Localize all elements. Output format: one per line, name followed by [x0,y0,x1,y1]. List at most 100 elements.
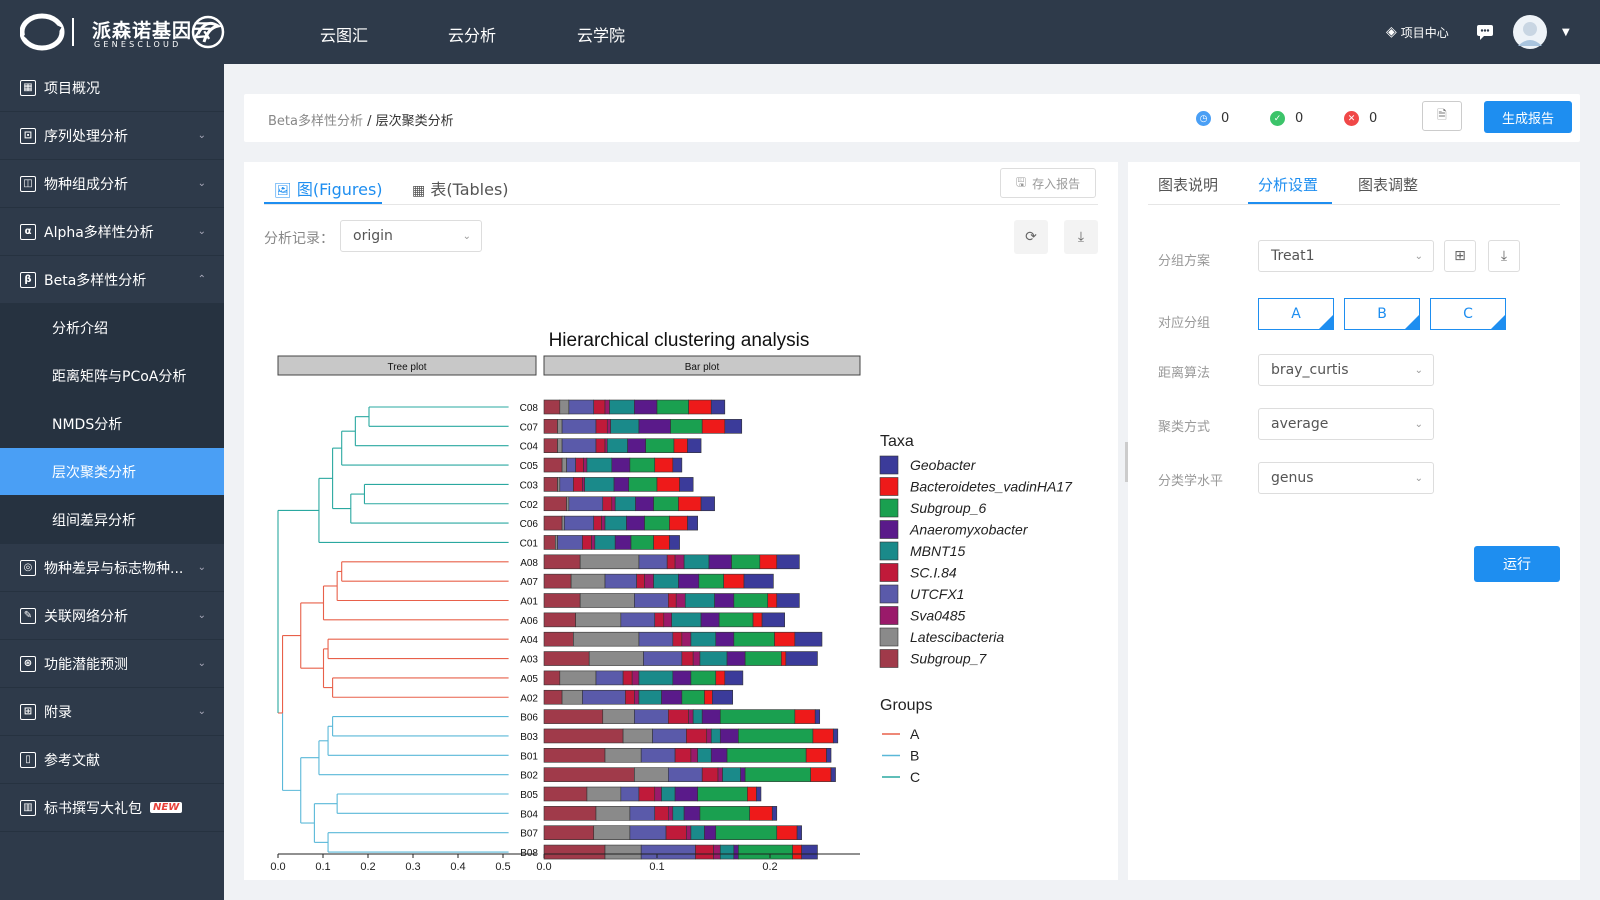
taxa-legend-label: MBNT15 [910,543,965,559]
project-center-link[interactable]: ◈ 项目中心 [1386,0,1449,64]
bar-segment [774,631,796,647]
status-running[interactable]: ◷ 0 [1196,111,1229,126]
distance-select[interactable]: bray_curtis ⌄ [1258,354,1434,386]
bar-segment [543,709,604,724]
bar-segment [573,631,640,647]
sidebar-sub-clustering[interactable]: 层次聚类分析 [0,448,224,496]
group-option-a[interactable]: A [1258,298,1334,330]
user-avatar[interactable] [1512,0,1548,64]
bar-segment [684,593,715,608]
bar-segment [698,573,724,589]
nav-yunfenxi[interactable]: 云分析 [448,22,496,46]
bar-segment [690,825,705,841]
taxa-legend-swatch [879,584,899,604]
generate-report-button[interactable]: 生成报告 [1484,101,1572,133]
bar-segment [654,786,662,802]
bar-segment [832,728,839,744]
document-search-icon: 🗎 [1437,107,1447,122]
bar-segment [706,728,712,744]
bar-segment [582,477,585,492]
group-option-b[interactable]: B [1344,298,1420,330]
bar-segment [792,844,802,860]
group-option-c[interactable]: C [1430,298,1506,330]
tab-analysis-settings[interactable]: 分析设置 [1258,174,1318,195]
bar-segment [579,554,640,570]
bar-segment [667,767,703,782]
sidebar-item-network[interactable]: ✎ 关联网络分析 ⌄ [0,592,224,640]
status-failed-count: 0 [1369,111,1378,126]
bar-segment [690,631,717,647]
sidebar-item-references[interactable]: ▯ 参考文献 [0,736,224,784]
sidebar-item-overview[interactable]: ▦ 项目概况 [0,64,224,112]
edit-icon: ✎ [20,607,36,624]
sidebar-sub-nmds[interactable]: NMDS分析 [0,400,224,448]
run-button[interactable]: 运行 [1474,546,1560,582]
sidebar-sub-intro[interactable]: 分析介绍 [0,304,224,352]
status-success[interactable]: ✓ 0 [1270,111,1303,126]
bar-segment [726,747,807,763]
bar-segment [740,767,746,782]
taxon-level-select[interactable]: genus ⌄ [1258,462,1434,494]
bar-segment [595,670,624,686]
check-icon: ✓ [1270,111,1285,126]
bar-segment [582,689,626,705]
bar-segment [719,844,735,860]
nav-yuntuhui[interactable]: 云图汇 [320,22,368,46]
tab-tables[interactable]: ▦ 表(Tables) [412,176,509,200]
sidebar-sub-label: NMDS分析 [52,416,123,433]
sidebar-item-biomarker[interactable]: ◎ 物种差异与标志物种... ⌄ [0,544,224,592]
group-scheme-select[interactable]: Treat1 ⌄ [1258,240,1434,272]
bar-segment [759,554,778,570]
taxa-legend-label: SC.I.84 [910,565,957,581]
bar-segment [767,593,778,608]
brand-logo[interactable]: 派森诺基因云 GENESCLOUD [19,12,230,52]
cluster-method-select[interactable]: average ⌄ [1258,408,1434,440]
download-group-button[interactable]: ⤓ [1488,240,1520,272]
tab-figures[interactable]: 🖼 图(Figures) [274,176,383,200]
bar-segment [723,573,745,589]
chevron-down-icon: ⌄ [1414,418,1423,430]
bar-segment [699,651,728,666]
bar-segment [606,419,611,434]
bar-segment [644,573,654,589]
breadcrumb-bar: Beta多样性分析 / 层次聚类分析 ◷ 0 ✓ 0 ✕ 0 🗎 生成报告 [244,94,1580,142]
bar-segment [543,728,624,744]
sample-label: C08 [520,403,539,414]
user-dropdown-icon[interactable]: ▼ [1562,0,1570,64]
analysis-record-select[interactable]: origin ⌄ [340,220,482,252]
report-preview-button[interactable]: 🗎 [1422,101,1462,131]
bar-segment [543,825,595,841]
breadcrumb-parent[interactable]: Beta多样性分析 [268,114,363,129]
sidebar-item-beta[interactable]: β Beta多样性分析 ⌃ [0,256,224,304]
sidebar-item-label: 物种差异与标志物种... [44,560,184,577]
download-button[interactable]: ⤓ [1064,220,1098,254]
sample-label: B06 [520,713,538,724]
save-report-button[interactable]: 🖫 存入报告 [1000,168,1096,198]
alpha-icon: α [20,223,36,240]
sidebar-item-proposal[interactable]: ▥ 标书撰写大礼包 NEW [0,784,224,832]
tab-tables-label: 表(Tables) [430,180,509,199]
bar-segment [713,844,721,860]
sidebar-item-sequence[interactable]: ⊡ 序列处理分析 ⌄ [0,112,224,160]
sidebar-sub-pcoa[interactable]: 距离矩阵与PCoA分析 [0,352,224,400]
status-failed[interactable]: ✕ 0 [1344,111,1377,126]
bar-segment [715,825,778,841]
refresh-button[interactable]: ⟳ [1014,220,1048,254]
sidebar-sub-group-diff[interactable]: 组间差异分析 [0,496,224,544]
sidebar-item-appendix[interactable]: ⊞ 附录 ⌄ [0,688,224,736]
nav-yunxueyuan[interactable]: 云学院 [577,22,625,46]
sample-label: B02 [520,771,538,782]
new-badge: NEW [150,802,183,813]
tab-chart-description[interactable]: 图表说明 [1158,174,1218,195]
sidebar-item-alpha[interactable]: α Alpha多样性分析 ⌄ [0,208,224,256]
sidebar-sub-label: 层次聚类分析 [52,464,136,481]
taxa-legend-swatch [879,606,899,625]
chart-icon: ◫ [20,175,36,192]
sidebar-item-composition[interactable]: ◫ 物种组成分析 ⌄ [0,160,224,208]
tab-chart-adjust[interactable]: 图表调整 [1358,174,1418,195]
message-icon[interactable] [1476,0,1494,64]
add-group-button[interactable]: ⊞ [1444,240,1476,272]
sidebar-item-function[interactable]: ⊛ 功能潜能预测 ⌄ [0,640,224,688]
sample-label: A08 [520,558,538,569]
bar-segment [575,612,622,628]
